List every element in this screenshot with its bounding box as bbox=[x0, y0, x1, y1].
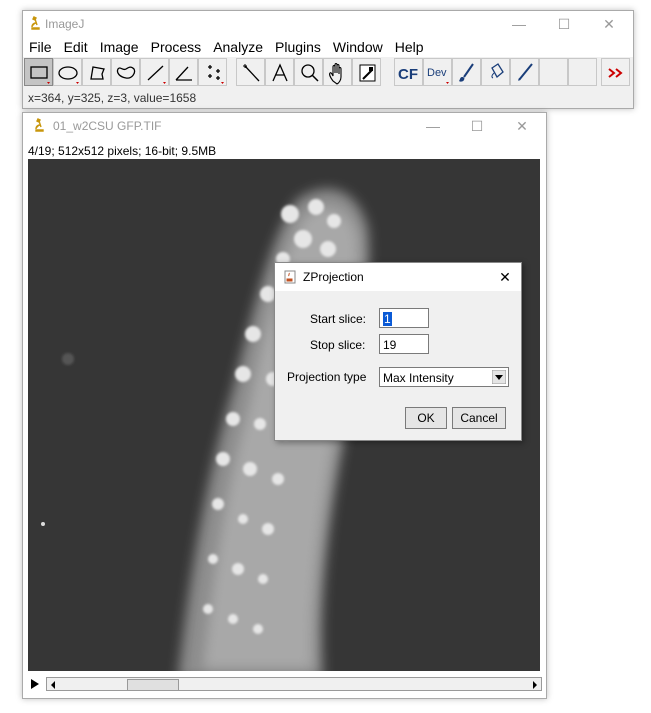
java-cup-icon bbox=[284, 270, 296, 284]
brush-tool-button[interactable] bbox=[452, 58, 481, 86]
ok-button[interactable]: OK bbox=[405, 407, 447, 429]
polygon-icon bbox=[90, 66, 105, 80]
oval-icon bbox=[58, 66, 79, 84]
rectangle-tool-button[interactable] bbox=[24, 58, 53, 86]
microscope-icon bbox=[35, 118, 44, 132]
pencil-icon bbox=[518, 63, 533, 81]
dev-icon: Dev bbox=[427, 67, 449, 84]
more-tools-button[interactable] bbox=[601, 58, 630, 86]
color-picker-tool-button[interactable] bbox=[352, 58, 381, 86]
maximize-button[interactable]: ☐ bbox=[554, 15, 574, 33]
microscope-icon bbox=[31, 16, 40, 30]
flood-fill-icon bbox=[491, 63, 504, 79]
freehand-tool-button[interactable] bbox=[111, 58, 140, 86]
dev-tool-button[interactable]: Dev bbox=[423, 58, 452, 86]
status-bar: x=364, y=325, z=3, value=1658 bbox=[28, 91, 197, 105]
menu-bar: File Edit Image Process Analyze Plugins Window… bbox=[23, 37, 633, 57]
magnifier-tool-button[interactable] bbox=[294, 58, 323, 86]
menu-analyze[interactable]: Analyze bbox=[207, 37, 269, 57]
double-chevron-right-icon bbox=[608, 68, 623, 78]
scrollbar-thumb[interactable] bbox=[127, 679, 179, 691]
angle-icon bbox=[175, 66, 192, 81]
text-icon bbox=[272, 63, 288, 82]
wand-icon bbox=[243, 64, 260, 82]
polygon-tool-button[interactable] bbox=[82, 58, 111, 86]
start-slice-label: Start slice: bbox=[310, 312, 367, 326]
projection-type-value: Max Intensity bbox=[383, 371, 454, 385]
imagej-main-window: ImageJ — ☐ ✕ File Edit Image Process Analyze… bbox=[22, 10, 634, 109]
play-icon[interactable] bbox=[28, 677, 42, 691]
menu-process[interactable]: Process bbox=[145, 37, 208, 57]
magnifier-icon bbox=[301, 64, 319, 82]
minimize-button[interactable]: — bbox=[509, 15, 529, 33]
dialog-titlebar: ZProjection ✕ bbox=[275, 263, 521, 291]
empty-tool-slot-1[interactable] bbox=[539, 58, 568, 86]
menu-help[interactable]: Help bbox=[389, 37, 430, 57]
pencil-tool-button[interactable] bbox=[510, 58, 539, 86]
stop-slice-label: Stop slice: bbox=[310, 338, 366, 352]
chevron-down-icon bbox=[492, 370, 506, 384]
cf-tool-button[interactable]: CF bbox=[394, 58, 423, 86]
line-tool-button[interactable] bbox=[140, 58, 169, 86]
cancel-button[interactable]: Cancel bbox=[452, 407, 506, 429]
image-titlebar: 01_w2CSU GFP.TIF — ☐ ✕ bbox=[23, 113, 546, 139]
empty-tool-slot-2[interactable] bbox=[568, 58, 597, 86]
menu-file[interactable]: File bbox=[23, 37, 58, 57]
color-picker-icon bbox=[359, 64, 376, 82]
dialog-close-button[interactable]: ✕ bbox=[495, 268, 515, 286]
point-tool-button[interactable] bbox=[198, 58, 227, 86]
brush-icon bbox=[459, 63, 474, 82]
projection-type-select[interactable]: Max Intensity bbox=[379, 367, 509, 387]
menu-edit[interactable]: Edit bbox=[58, 37, 94, 57]
minimize-button[interactable]: — bbox=[423, 117, 443, 135]
toolbar: CF Dev bbox=[24, 58, 632, 88]
chevron-left-icon[interactable] bbox=[49, 680, 57, 690]
flood-fill-tool-button[interactable] bbox=[481, 58, 510, 86]
line-icon bbox=[147, 65, 166, 84]
start-slice-input[interactable]: 1 bbox=[379, 308, 429, 328]
close-button[interactable]: ✕ bbox=[512, 117, 532, 135]
svg-text:Dev: Dev bbox=[427, 67, 447, 79]
stop-slice-input[interactable]: 19 bbox=[379, 334, 429, 354]
projection-type-label: Projection type bbox=[287, 370, 367, 384]
freehand-icon bbox=[116, 66, 136, 79]
main-window-title: ImageJ bbox=[45, 17, 85, 31]
cf-icon: CF bbox=[398, 66, 418, 83]
image-window-title: 01_w2CSU GFP.TIF bbox=[53, 119, 162, 133]
oval-tool-button[interactable] bbox=[53, 58, 82, 86]
multipoint-icon bbox=[208, 65, 224, 84]
image-info: 4/19; 512x512 pixels; 16-bit; 9.5MB bbox=[28, 144, 217, 158]
rectangle-icon bbox=[30, 66, 50, 84]
angle-tool-button[interactable] bbox=[169, 58, 198, 86]
hand-icon bbox=[329, 62, 342, 85]
svg-text:CF: CF bbox=[398, 66, 418, 83]
chevron-right-icon[interactable] bbox=[531, 680, 539, 690]
slice-scroll-row bbox=[28, 677, 542, 693]
close-button[interactable]: ✕ bbox=[599, 15, 619, 33]
slice-scrollbar[interactable] bbox=[46, 677, 542, 691]
menu-image[interactable]: Image bbox=[94, 37, 145, 57]
wand-tool-button[interactable] bbox=[236, 58, 265, 86]
text-tool-button[interactable] bbox=[265, 58, 294, 86]
maximize-button[interactable]: ☐ bbox=[467, 117, 487, 135]
menu-plugins[interactable]: Plugins bbox=[269, 37, 327, 57]
dialog-title: ZProjection bbox=[303, 270, 364, 284]
menu-window[interactable]: Window bbox=[327, 37, 389, 57]
hand-tool-button[interactable] bbox=[323, 58, 352, 86]
main-titlebar: ImageJ — ☐ ✕ bbox=[23, 11, 633, 37]
